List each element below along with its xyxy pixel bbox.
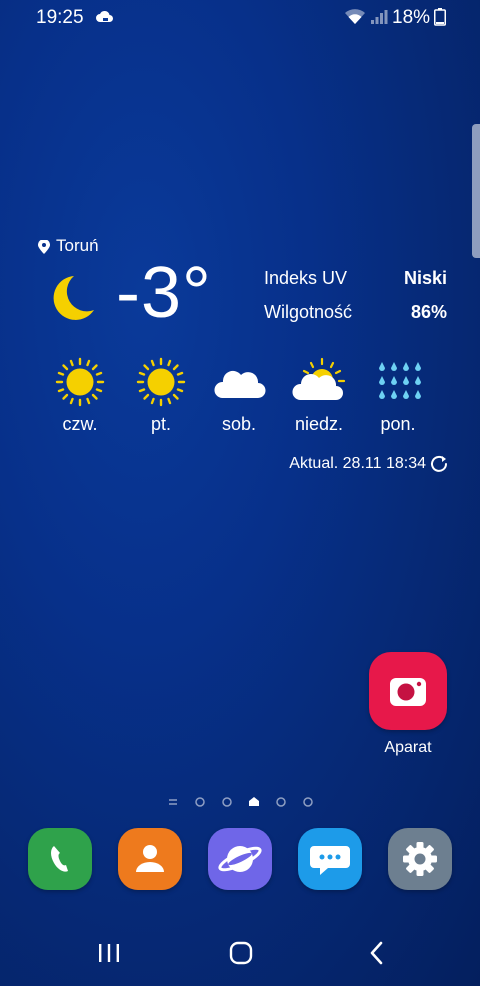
wifi-icon xyxy=(345,9,365,24)
last-updated-text: Aktual. 28.11 18:34 xyxy=(289,455,426,472)
internet-app-button[interactable] xyxy=(208,828,272,890)
planet-icon xyxy=(218,846,262,872)
sun-icon xyxy=(55,357,105,407)
uv-index-label: Indeks UV xyxy=(264,268,348,288)
back-icon[interactable] xyxy=(362,938,392,968)
humidity-value: 86% xyxy=(410,302,447,322)
refresh-icon[interactable] xyxy=(430,455,448,473)
signal-icon xyxy=(371,10,388,24)
camera-app-label: Aparat xyxy=(384,739,432,756)
status-time: 19:25 xyxy=(36,7,84,28)
cloud-sync-icon xyxy=(96,10,113,22)
cloud-icon xyxy=(214,370,266,398)
forecast-day-label: pt. xyxy=(150,414,171,434)
forecast-day-label: niedz. xyxy=(294,414,344,434)
rain-icon xyxy=(379,362,421,399)
camera-app-button[interactable] xyxy=(369,652,447,730)
forecast-day-label: czw. xyxy=(62,414,98,434)
camera-icon xyxy=(390,678,426,706)
current-temperature: -3° xyxy=(116,253,212,333)
gear-icon xyxy=(403,842,437,876)
chat-bubble-icon xyxy=(310,846,350,875)
phone-icon xyxy=(51,846,68,872)
edge-panel-handle[interactable] xyxy=(472,124,480,258)
partly-cloudy-icon xyxy=(292,357,346,400)
battery-percent: 18% xyxy=(392,7,431,28)
moon-icon xyxy=(53,276,94,320)
contacts-app-button[interactable] xyxy=(118,828,182,890)
recents-icon[interactable] xyxy=(94,938,124,968)
sun-icon xyxy=(136,357,186,407)
phone-app-button[interactable] xyxy=(28,828,92,890)
battery-icon xyxy=(434,8,446,26)
messages-app-button[interactable] xyxy=(298,828,362,890)
humidity-label: Wilgotność xyxy=(264,302,353,322)
weather-location: Toruń xyxy=(56,236,99,255)
forecast-day-label: sob. xyxy=(221,414,257,434)
home-icon[interactable] xyxy=(226,938,256,968)
status-bar[interactable]: 19:25 18% xyxy=(0,0,480,34)
contacts-icon xyxy=(136,845,164,872)
uv-index-value: Niski xyxy=(403,268,447,288)
forecast-day-label: pon. xyxy=(380,414,416,434)
settings-app-button[interactable] xyxy=(388,828,452,890)
location-pin-icon xyxy=(38,240,50,254)
page-indicator[interactable] xyxy=(160,794,320,810)
